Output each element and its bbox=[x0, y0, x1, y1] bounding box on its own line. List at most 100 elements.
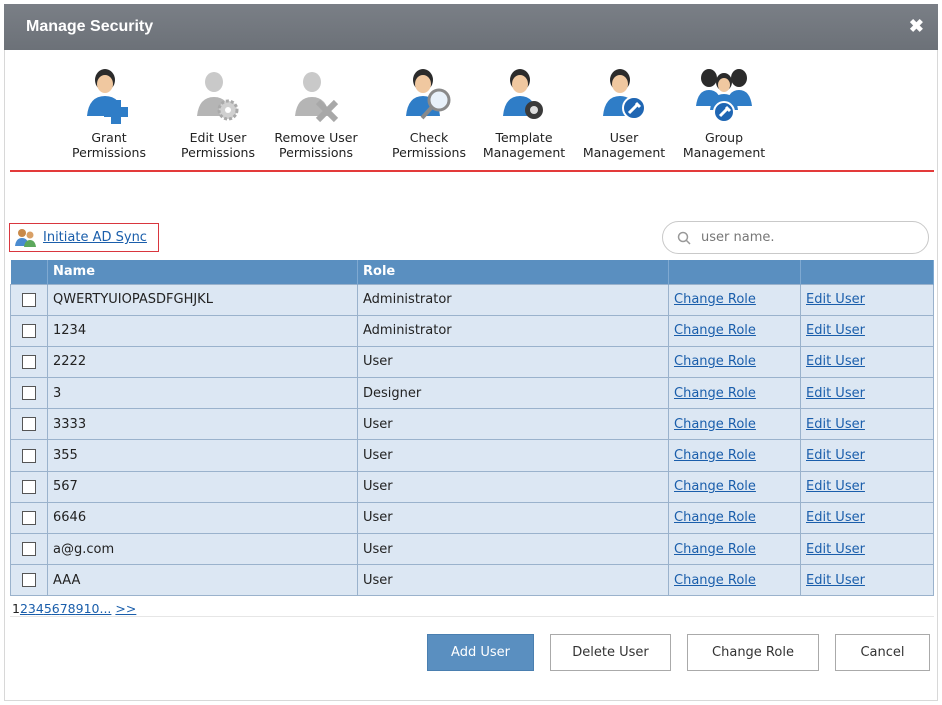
user-role-cell: User bbox=[357, 501, 669, 535]
row-checkbox-cell bbox=[10, 501, 48, 535]
tool-label-line2: Management bbox=[482, 145, 566, 160]
page-more[interactable]: ... bbox=[99, 601, 111, 616]
table-row: 1234 Administrator Change Role Edit User bbox=[10, 314, 934, 347]
group-management-button[interactable]: Group Management bbox=[680, 66, 768, 160]
grant-permissions-button[interactable]: Grant Permissions bbox=[66, 66, 152, 160]
user-name-cell: 1234 bbox=[47, 314, 358, 347]
tool-label-line2: Permissions bbox=[181, 145, 255, 160]
header-name[interactable]: Name bbox=[47, 260, 358, 284]
change-role-link[interactable]: Change Role bbox=[674, 417, 756, 432]
row-checkbox[interactable] bbox=[22, 417, 36, 432]
dialog-title: Manage Security bbox=[26, 18, 154, 35]
page-link[interactable]: 2 bbox=[20, 601, 28, 616]
change-role-link[interactable]: Change Role bbox=[674, 479, 756, 494]
header-select bbox=[10, 260, 48, 284]
user-role-cell: User bbox=[357, 345, 669, 379]
user-wrench-icon bbox=[603, 69, 646, 120]
row-checkbox-cell bbox=[10, 314, 48, 347]
row-checkbox[interactable] bbox=[22, 448, 36, 463]
user-name-cell: a@g.com bbox=[47, 532, 358, 566]
edit-user-cell: Edit User bbox=[800, 314, 934, 347]
table-row: 3 Designer Change Role Edit User bbox=[10, 377, 934, 410]
tool-label-line2: Permissions bbox=[279, 145, 353, 160]
user-search-icon bbox=[406, 69, 451, 120]
row-checkbox[interactable] bbox=[22, 573, 36, 588]
page-next[interactable]: >> bbox=[115, 601, 136, 616]
page-link[interactable]: 10 bbox=[84, 601, 100, 616]
row-checkbox[interactable] bbox=[22, 323, 36, 338]
tool-label-line1: Edit User bbox=[189, 130, 247, 145]
ad-sync-label[interactable]: Initiate AD Sync bbox=[43, 230, 147, 245]
change-role-cell: Change Role bbox=[668, 439, 801, 472]
change-role-link[interactable]: Change Role bbox=[674, 354, 756, 369]
edit-user-link[interactable]: Edit User bbox=[806, 479, 865, 494]
edit-user-link[interactable]: Edit User bbox=[806, 417, 865, 432]
change-role-link[interactable]: Change Role bbox=[674, 292, 756, 307]
user-name-cell: QWERTYUIOPASDFGHJKL bbox=[47, 283, 358, 316]
page-link[interactable]: 7 bbox=[60, 601, 68, 616]
user-role-cell: Administrator bbox=[357, 283, 669, 316]
check-permissions-button[interactable]: Check Permissions bbox=[388, 66, 470, 160]
edit-user-cell: Edit User bbox=[800, 283, 934, 316]
initiate-ad-sync-link[interactable]: Initiate AD Sync bbox=[9, 223, 159, 252]
close-icon[interactable]: ✖ bbox=[909, 16, 924, 37]
change-role-link[interactable]: Change Role bbox=[674, 573, 756, 588]
remove-user-permissions-button[interactable]: Remove User Permissions bbox=[270, 66, 362, 160]
user-role-cell: User bbox=[357, 470, 669, 503]
row-checkbox[interactable] bbox=[22, 479, 36, 494]
edit-user-link[interactable]: Edit User bbox=[806, 542, 865, 557]
user-role-cell: User bbox=[357, 564, 669, 597]
edit-user-link[interactable]: Edit User bbox=[806, 573, 865, 588]
user-name-cell: 6646 bbox=[47, 501, 358, 535]
edit-user-link[interactable]: Edit User bbox=[806, 448, 865, 463]
user-management-button[interactable]: User Management bbox=[580, 66, 668, 160]
row-checkbox[interactable] bbox=[22, 510, 36, 525]
delete-user-button[interactable]: Delete User bbox=[550, 634, 671, 671]
change-role-cell: Change Role bbox=[668, 501, 801, 535]
user-role-cell: Designer bbox=[357, 377, 669, 410]
row-checkbox[interactable] bbox=[22, 542, 36, 557]
change-role-link[interactable]: Change Role bbox=[674, 510, 756, 525]
table-header-row: Name Role bbox=[10, 260, 934, 284]
add-user-button[interactable]: Add User bbox=[427, 634, 534, 671]
change-role-link[interactable]: Change Role bbox=[674, 542, 756, 557]
change-role-button[interactable]: Change Role bbox=[687, 634, 819, 671]
change-role-cell: Change Role bbox=[668, 408, 801, 441]
page-link[interactable]: 4 bbox=[36, 601, 44, 616]
edit-user-link[interactable]: Edit User bbox=[806, 323, 865, 338]
edit-user-link[interactable]: Edit User bbox=[806, 510, 865, 525]
cancel-button[interactable]: Cancel bbox=[835, 634, 930, 671]
edit-user-cell: Edit User bbox=[800, 377, 934, 410]
search-input[interactable] bbox=[701, 230, 901, 245]
user-name-cell: AAA bbox=[47, 564, 358, 597]
page-link[interactable]: 6 bbox=[52, 601, 60, 616]
header-role[interactable]: Role bbox=[357, 260, 669, 284]
change-role-link[interactable]: Change Role bbox=[674, 323, 756, 338]
page-current: 1 bbox=[12, 601, 20, 616]
edit-user-cell: Edit User bbox=[800, 408, 934, 441]
edit-user-link[interactable]: Edit User bbox=[806, 354, 865, 369]
row-checkbox[interactable] bbox=[22, 354, 36, 369]
user-name-cell: 3 bbox=[47, 377, 358, 410]
template-management-button[interactable]: Template Management bbox=[480, 66, 568, 160]
page-link[interactable]: 3 bbox=[28, 601, 36, 616]
edit-user-link[interactable]: Edit User bbox=[806, 292, 865, 307]
edit-user-permissions-button[interactable]: Edit User Permissions bbox=[176, 66, 260, 160]
edit-user-link[interactable]: Edit User bbox=[806, 386, 865, 401]
user-remove-icon bbox=[295, 72, 339, 123]
change-role-link[interactable]: Change Role bbox=[674, 386, 756, 401]
table-row: a@g.com User Change Role Edit User bbox=[10, 532, 934, 566]
page-link[interactable]: 8 bbox=[68, 601, 76, 616]
page-link[interactable]: 5 bbox=[44, 601, 52, 616]
row-checkbox[interactable] bbox=[22, 386, 36, 401]
tool-label-line1: Template bbox=[495, 130, 553, 145]
tool-label-line2: Management bbox=[682, 145, 766, 160]
user-name-cell: 567 bbox=[47, 470, 358, 503]
tool-label-line1: Group bbox=[704, 130, 744, 145]
page-link[interactable]: 9 bbox=[76, 601, 84, 616]
tool-label-line1: Grant bbox=[91, 130, 127, 145]
change-role-cell: Change Role bbox=[668, 470, 801, 503]
change-role-link[interactable]: Change Role bbox=[674, 448, 756, 463]
row-checkbox[interactable] bbox=[22, 292, 36, 307]
row-checkbox-cell bbox=[10, 439, 48, 472]
